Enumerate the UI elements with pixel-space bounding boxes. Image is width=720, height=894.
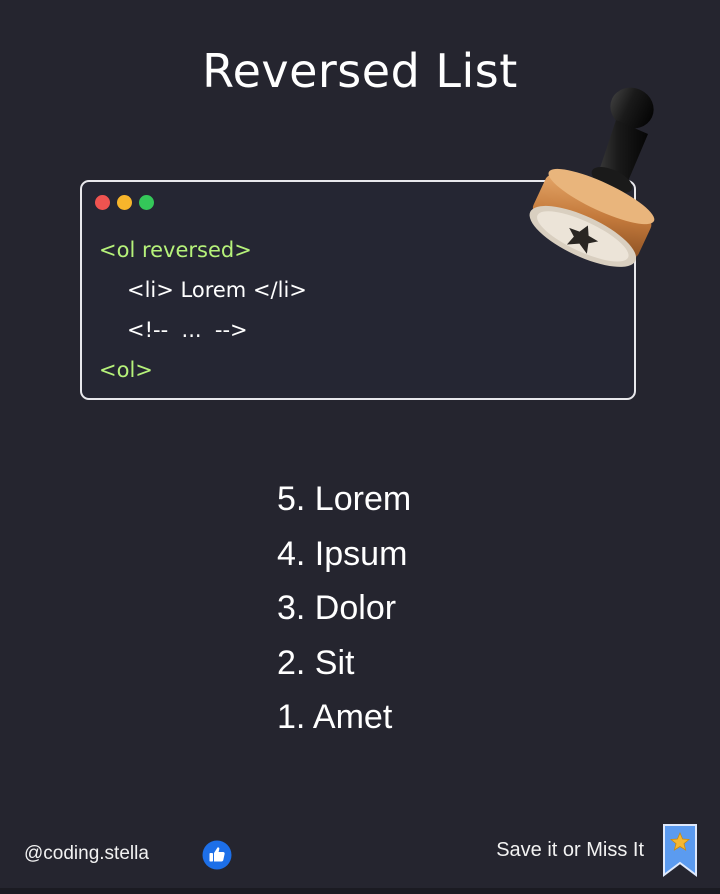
code-block: <ol reversed> <li> Lorem </li> <!-- ... … — [99, 230, 307, 390]
minimize-dot — [117, 195, 132, 210]
list-item: 3. Dolor — [277, 589, 397, 627]
maximize-dot — [139, 195, 154, 210]
window-controls — [95, 195, 154, 210]
bottom-strip — [0, 888, 720, 894]
rubber-stamp-icon — [529, 87, 655, 267]
code-line: <ol reversed> — [99, 238, 252, 262]
author-handle[interactable]: @coding.stella — [24, 843, 149, 865]
list-item: 5. Lorem — [277, 480, 412, 518]
list-item: 2. Sit — [277, 643, 355, 682]
save-callout: Save it or Miss It — [496, 839, 644, 861]
bookmark-star-icon[interactable] — [662, 823, 698, 877]
reversed-list: 5. Lorem 4. Ipsum 3. Dolor 2. Sit 1. Ame… — [277, 472, 411, 745]
footer: @coding.stella Save it or Miss It — [0, 815, 720, 885]
thumbs-up-icon[interactable] — [202, 840, 232, 870]
list-item: 4. Ipsum — [277, 534, 408, 573]
close-dot — [95, 195, 110, 210]
code-line: <ol> — [99, 358, 153, 382]
code-line: <li> Lorem </li> — [127, 278, 307, 302]
list-item: 1. Amet — [277, 698, 393, 736]
code-line: <!-- ... --> — [127, 318, 248, 342]
